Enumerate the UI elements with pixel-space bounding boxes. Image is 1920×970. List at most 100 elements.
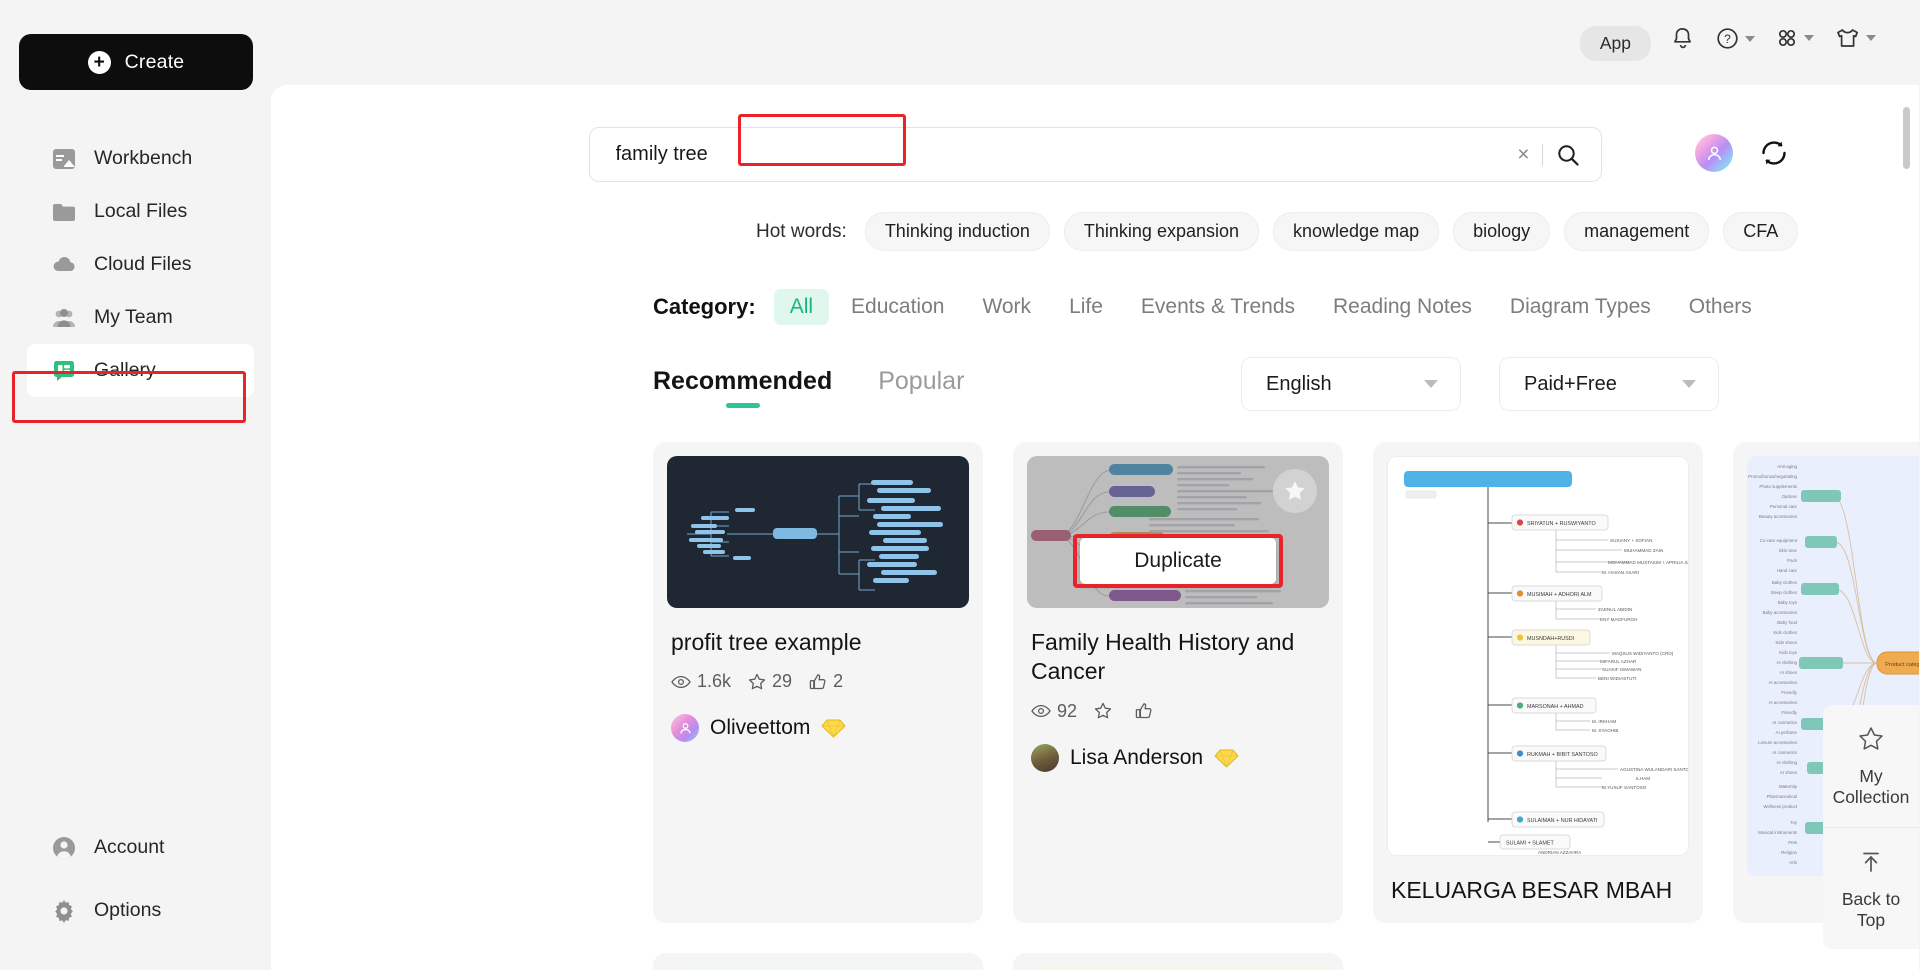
template-card[interactable]: Duplicate Family Health History and Canc…: [1013, 442, 1343, 924]
svg-text:Kids shoes: Kids shoes: [1776, 640, 1798, 645]
svg-text:Leisure accessories: Leisure accessories: [1758, 740, 1798, 745]
svg-text:MUSIMAH + ADHORI ALM: MUSIMAH + ADHORI ALM: [1527, 592, 1592, 598]
search-input[interactable]: [615, 143, 1510, 166]
template-card[interactable]: profit tree example 1.6k 29 2 Oliveettom: [653, 442, 983, 924]
gem-badge-icon: [821, 719, 847, 739]
workbench-icon: [51, 146, 77, 172]
apps-grid-button[interactable]: [1775, 26, 1814, 50]
sidebar-item-account[interactable]: Account: [0, 816, 272, 879]
svg-text:MUHAMMAD ZAIN: MUHAMMAD ZAIN: [1624, 548, 1663, 553]
price-dropdown[interactable]: Paid+Free: [1499, 357, 1719, 411]
my-collection-button[interactable]: My Collection: [1823, 705, 1919, 827]
help-button[interactable]: ?: [1715, 26, 1755, 51]
sidebar-item-cloud-files[interactable]: Cloud Files: [0, 238, 272, 291]
language-dropdown[interactable]: English: [1241, 357, 1461, 411]
chevron-down-icon: [1682, 380, 1696, 388]
view-count: 92: [1031, 701, 1077, 722]
hot-word-chip[interactable]: knowledge map: [1273, 212, 1440, 251]
star-count: 29: [748, 671, 792, 692]
chevron-down-icon: [1866, 35, 1876, 41]
clear-search-icon[interactable]: ×: [1509, 144, 1537, 165]
template-stats: 1.6k 29 2: [671, 671, 969, 692]
svg-text:Pets: Pets: [1788, 840, 1798, 845]
favorite-button[interactable]: [1273, 469, 1317, 513]
profit-tree-preview: [687, 480, 943, 591]
category-item-events-trends[interactable]: Events & Trends: [1125, 289, 1311, 325]
svg-text:AI accessories: AI accessories: [1768, 680, 1797, 685]
search-button[interactable]: [1555, 142, 1581, 168]
template-thumbnail: [667, 456, 969, 608]
svg-text:M. SYAOHIB: M. SYAOHIB: [1592, 728, 1618, 733]
theme-skin-button[interactable]: [1834, 26, 1876, 50]
sidebar-item-my-team[interactable]: My Team: [0, 291, 272, 344]
thumbs-up-icon: [1135, 703, 1152, 719]
category-item-life[interactable]: Life: [1053, 289, 1119, 325]
hot-word-chip[interactable]: biology: [1453, 212, 1551, 251]
svg-text:Baby toys: Baby toys: [1778, 600, 1798, 605]
template-card[interactable]: [1013, 953, 1343, 970]
sidebar-item-options[interactable]: Options: [0, 879, 272, 942]
hot-word-chip[interactable]: Thinking expansion: [1063, 212, 1260, 251]
sidebar-item-gallery[interactable]: Gallery: [27, 344, 254, 397]
sidebar-item-local-files[interactable]: Local Files: [0, 185, 272, 238]
app-button[interactable]: App: [1579, 26, 1651, 61]
template-card[interactable]: [653, 953, 983, 970]
svg-text:AI shoes: AI shoes: [1780, 670, 1798, 675]
tab-popular[interactable]: Popular: [878, 367, 964, 408]
notification-bell-button[interactable]: [1671, 26, 1695, 51]
like-count-value: 2: [833, 671, 844, 692]
star-count-value: 29: [772, 671, 793, 692]
right-rail: My Collection Back to Top: [1823, 705, 1919, 950]
template-card[interactable]: SRIYATUN + RUSWIYANTO MUSIMAH + ADHORI A…: [1373, 442, 1703, 924]
svg-text:Baby accessories: Baby accessories: [1763, 610, 1798, 615]
view-count-value: 1.6k: [697, 671, 732, 692]
category-item-reading-notes[interactable]: Reading Notes: [1317, 289, 1488, 325]
sidebar-item-label: My Team: [94, 306, 173, 328]
template-title: KELUARGA BESAR MBAH: [1391, 877, 1673, 903]
svg-text:Personal care: Personal care: [1770, 504, 1798, 509]
svg-text:AI clothing: AI clothing: [1776, 760, 1797, 765]
svg-text:SRIYATUN + RUSWIYANTO: SRIYATUN + RUSWIYANTO: [1527, 521, 1596, 527]
my-collection-line1: My: [1859, 766, 1883, 786]
duplicate-button[interactable]: Duplicate: [1080, 538, 1276, 584]
author-name: Oliveettom: [710, 716, 811, 740]
hot-word-chip[interactable]: management: [1564, 212, 1710, 251]
hot-word-chip[interactable]: CFA: [1723, 212, 1799, 251]
svg-text:Kids clothes: Kids clothes: [1773, 630, 1797, 635]
svg-text:Skin tone: Skin tone: [1779, 548, 1798, 553]
search-box[interactable]: ×: [588, 127, 1602, 182]
svg-text:MARSONAH + AHMAD: MARSONAH + AHMAD: [1527, 704, 1584, 710]
person-icon: [679, 722, 691, 734]
sync-button[interactable]: [1757, 136, 1791, 170]
sidebar-item-workbench[interactable]: Workbench: [0, 132, 272, 185]
category-item-education[interactable]: Education: [835, 289, 960, 325]
create-button[interactable]: + Create: [19, 34, 253, 90]
eye-icon: [1031, 705, 1051, 718]
category-item-diagram-types[interactable]: Diagram Types: [1494, 289, 1667, 325]
svg-text:ANDRIAN AZZAHRA: ANDRIAN AZZAHRA: [1538, 850, 1582, 855]
category-row: Category: All Education Work Life Events…: [653, 289, 1919, 325]
svg-text:Baby food: Baby food: [1777, 620, 1797, 625]
tab-recommended[interactable]: Recommended: [653, 367, 832, 408]
template-author[interactable]: Oliveettom: [671, 714, 969, 743]
svg-text:M.YUSUF SANTOSO: M.YUSUF SANTOSO: [1602, 785, 1647, 790]
category-item-work[interactable]: Work: [966, 289, 1047, 325]
svg-text:Maternity: Maternity: [1779, 784, 1798, 789]
search-row: ×: [271, 114, 1919, 182]
svg-text:AI shoes: AI shoes: [1780, 770, 1798, 775]
template-author[interactable]: Lisa Anderson: [1031, 743, 1329, 772]
search-icon: [1557, 144, 1579, 166]
category-item-all[interactable]: All: [773, 289, 830, 325]
hot-word-chip[interactable]: Thinking induction: [864, 212, 1050, 251]
svg-text:Wellness product: Wellness product: [1763, 804, 1797, 809]
category-item-others[interactable]: Others: [1673, 289, 1768, 325]
chevron-down-icon: [1804, 35, 1814, 41]
template-thumbnail: SRIYATUN + RUSWIYANTO MUSIMAH + ADHORI A…: [1387, 456, 1689, 856]
avatar[interactable]: [1695, 134, 1733, 172]
svg-text:Baby clothes: Baby clothes: [1772, 580, 1798, 585]
plus-icon: +: [87, 50, 111, 74]
svg-text:Opdose: Opdose: [1782, 494, 1798, 499]
category-label: Category:: [653, 294, 756, 319]
back-to-top-button[interactable]: Back to Top: [1823, 826, 1919, 950]
hot-words-label: Hot words:: [756, 220, 847, 242]
